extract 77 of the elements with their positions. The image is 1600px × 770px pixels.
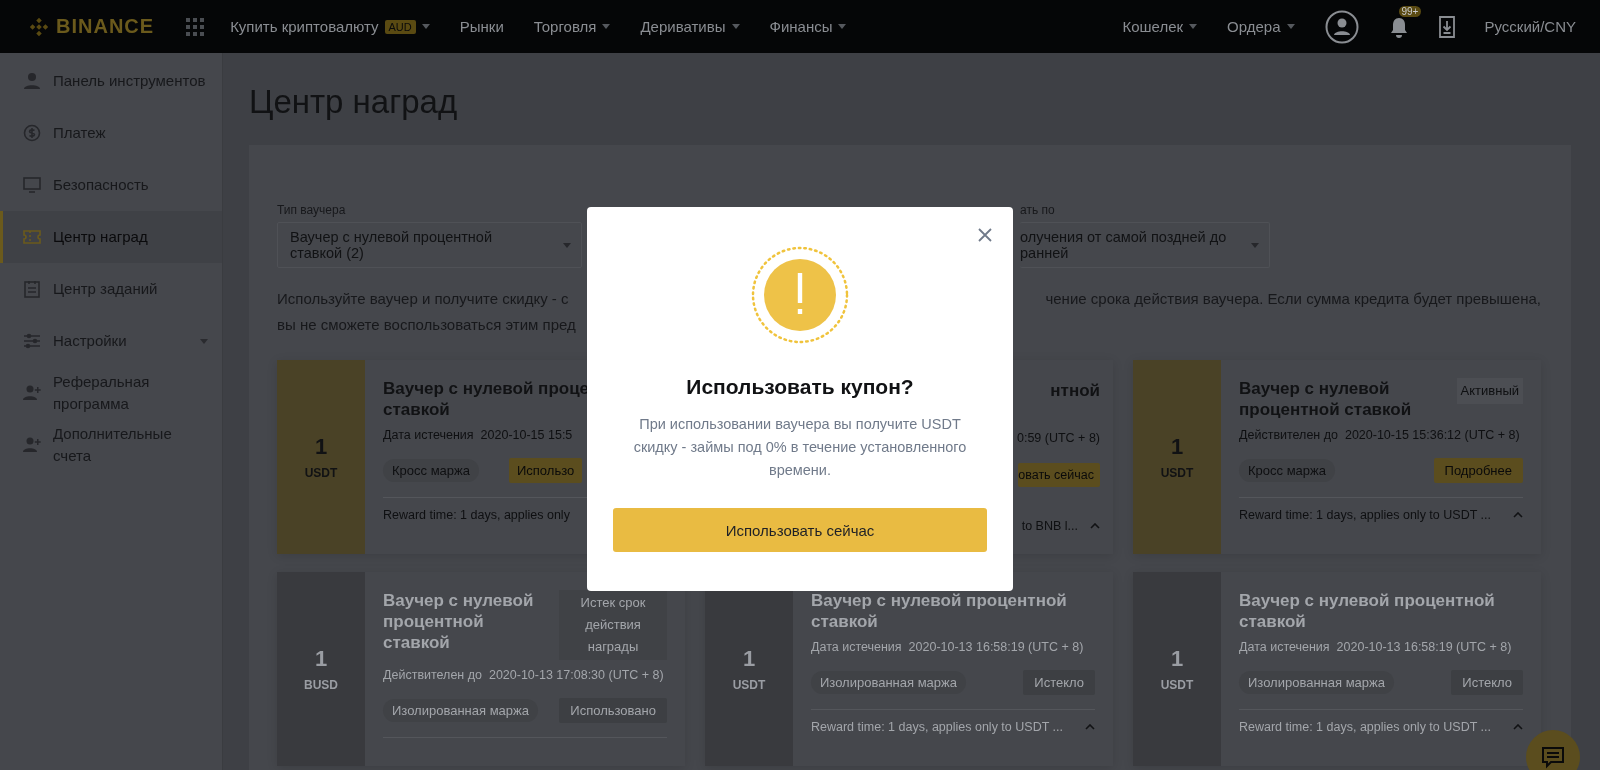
voucher-currency: USDT [732,678,766,692]
chevron-up-icon[interactable] [1513,724,1523,730]
status-badge: Активный [1456,378,1523,404]
voucher-currency: USDT [1160,678,1194,692]
voucher-title: Ваучер с нулевой процентной ставкой [811,590,1067,632]
language-link[interactable]: Русский/CNY [1484,18,1576,35]
expiry-date: Дата истечения 2020-10-15 15:5 [383,427,573,444]
voucher-amount: 1 [1170,434,1184,460]
expiry-date: Действителен до 2020-10-15 15:36:12 (UTC + 8) [1239,427,1520,444]
voucher-title: Ваучер с нулевой процентной ставкой [1239,590,1495,632]
nav-link[interactable]: Рынки [459,18,504,35]
ticket-icon [23,228,41,246]
caret-icon [1251,242,1259,248]
expiry-date: 0:59 (UTC + 8) [1017,430,1100,447]
voucher-amount: 1 [314,646,328,672]
voucher-button[interactable]: Истекло [1451,670,1523,695]
expiry-date: Дата истечения 2020-10-13 16:58:19 (UTC + 8) [811,639,1084,656]
monitor-icon [23,176,41,194]
nav-link[interactable]: Торговля [533,18,597,35]
add-user-icon [23,384,41,402]
sidebar-item[interactable]: Центр наград [0,211,222,263]
chevron-up-icon[interactable] [1085,724,1095,730]
dropdown-field[interactable]: олучения от самой поздней до ранней [1020,222,1270,268]
reward-text: Reward time: 1 days, applies only to USDT ... [1239,508,1491,522]
voucher-amount: 1 [742,646,756,672]
voucher-title: Ваучер с нулевой процентной ставкой [1239,378,1412,420]
margin-tag: Изолированная маржа [1239,671,1394,694]
reward-text: Reward time: 1 days, applies only to USDT ... [811,720,1063,734]
logo[interactable]: BINANCE [28,15,155,38]
download-icon[interactable] [1438,15,1455,38]
nav-link[interactable]: Ордера [1227,18,1281,35]
voucher-button[interactable]: Истекло [1023,670,1095,695]
voucher-currency: USDT [1160,466,1194,480]
bell-icon[interactable] [1388,15,1409,38]
voucher-amount: 1 [1170,646,1184,672]
nav-link[interactable]: Финансы [769,18,833,35]
voucher-title: нтной [1050,380,1100,401]
nav-link[interactable]: Кошелек [1122,18,1184,35]
diamond-logo-icon [28,15,50,38]
voucher-currency: USDT [304,466,338,480]
margin-tag: Изолированная маржа [811,671,966,694]
voucher-button[interactable]: овать сейчас [1018,463,1100,487]
user-icon [23,72,41,90]
voucher-button[interactable]: Подробнее [1433,458,1523,483]
sliders-icon [23,332,41,350]
account-icon[interactable] [1324,9,1359,44]
reward-text: Reward time: 1 days, applies only [383,508,570,522]
use-now-button[interactable]: Использовать сейчас [613,508,987,552]
close-icon[interactable] [978,228,992,242]
voucher-amount: 1 [314,434,328,460]
dialog-text: При использовании ваучера вы получите USDT скидку - займы под 0% в течение установленного времени. [632,415,968,480]
currency-badge: AUD [384,19,416,34]
voucher-title: Ваучер с нулевой проце ставкой [383,378,590,420]
add-user-icon [23,436,41,454]
warning-icon [750,245,850,345]
dollar-icon [23,124,41,142]
chat-icon [1541,745,1565,769]
voucher-currency: BUSD [304,678,338,692]
notification-badge: 99+ [1398,5,1422,17]
expiry-date: Действителен до 2020-10-13 17:08:30 (UTC + 8) [383,667,664,684]
caret-icon [563,242,571,248]
voucher-button[interactable]: Использовано [559,698,667,723]
chat-button[interactable] [1526,730,1580,770]
margin-tag: Изолированная маржа [383,699,538,722]
logo-text: BINANCE [56,15,155,38]
chevron-up-icon[interactable] [1090,523,1100,529]
apps-grid-icon[interactable] [186,17,205,36]
status-badge: Истек срок действия награды [559,590,667,660]
nav-link[interactable]: Деривативы [640,18,726,35]
chevron-up-icon[interactable] [1513,512,1523,518]
reward-text: Reward time: 1 days, applies only to USDT ... [1239,720,1491,734]
voucher-button[interactable]: Использо [508,458,583,483]
expiry-date: Дата истечения 2020-10-13 16:58:19 (UTC + 8) [1239,639,1512,656]
nav-link[interactable]: Купить криптовалюту [230,18,379,35]
dialog-title: Использовать купон? [686,375,914,399]
clipboard-icon [23,280,41,298]
voucher-title: Ваучер с нулевой процентной ставкой [383,590,534,654]
